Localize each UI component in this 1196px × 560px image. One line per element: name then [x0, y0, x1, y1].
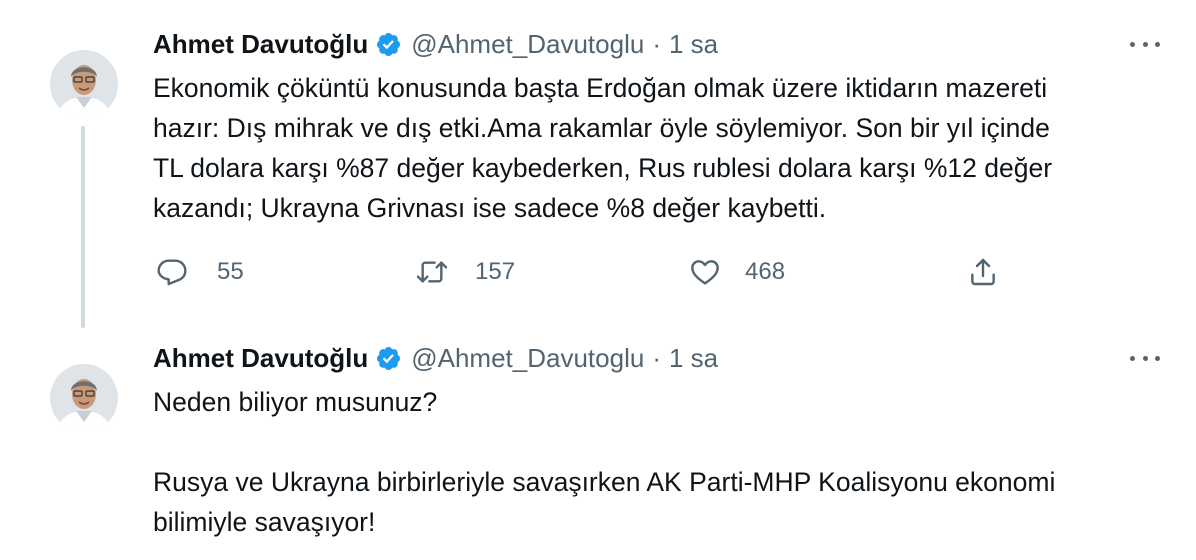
reply-icon	[155, 255, 189, 289]
avatar-portrait-icon	[50, 50, 118, 118]
author-name[interactable]: Ahmet Davutoğlu	[153, 29, 368, 60]
avatar-portrait-icon	[50, 364, 118, 432]
retweet-count: 157	[475, 258, 516, 285]
tweet-header: Ahmet Davutoğlu @Ahmet_Davutoglu · 1 sa	[153, 26, 718, 62]
verified-badge-icon	[375, 345, 402, 372]
tweet-text: Ekonomik çöküntü konusunda başta Erdoğan…	[153, 73, 1053, 223]
author-handle[interactable]: @Ahmet_Davutoglu	[411, 343, 644, 374]
separator-dot: ·	[652, 28, 661, 59]
tweet[interactable]: Ahmet Davutoğlu @Ahmet_Davutoglu · 1 sa …	[0, 330, 1196, 560]
reply-button[interactable]: 55	[155, 250, 244, 294]
thread-line	[81, 126, 85, 328]
separator-dot: ·	[652, 342, 661, 373]
tweet-timestamp[interactable]: 1 sa	[669, 343, 718, 374]
more-dots-icon[interactable]	[1130, 346, 1160, 370]
heart-icon	[688, 255, 722, 289]
avatar[interactable]	[50, 364, 118, 432]
share-button[interactable]	[966, 250, 1000, 294]
tweet-header: Ahmet Davutoğlu @Ahmet_Davutoglu · 1 sa	[153, 340, 718, 376]
more-dots-icon[interactable]	[1130, 32, 1160, 56]
verified-badge-icon	[375, 31, 402, 58]
like-count: 468	[745, 258, 786, 285]
tweet-actions: 55 157 468	[153, 250, 1053, 294]
author-name[interactable]: Ahmet Davutoğlu	[153, 343, 368, 374]
share-icon	[966, 255, 1000, 289]
reply-count: 55	[217, 258, 244, 285]
like-button[interactable]: 468	[688, 250, 785, 294]
retweet-button[interactable]: 157	[415, 250, 515, 294]
tweet-text: Neden biliyor musunuz? Rusya ve Ukrayna …	[153, 387, 1056, 537]
retweet-icon	[415, 255, 449, 289]
author-handle[interactable]: @Ahmet_Davutoglu	[411, 29, 644, 60]
tweet-timestamp[interactable]: 1 sa	[669, 29, 718, 60]
avatar[interactable]	[50, 50, 118, 118]
tweet[interactable]: Ahmet Davutoğlu @Ahmet_Davutoglu · 1 sa …	[0, 0, 1196, 330]
